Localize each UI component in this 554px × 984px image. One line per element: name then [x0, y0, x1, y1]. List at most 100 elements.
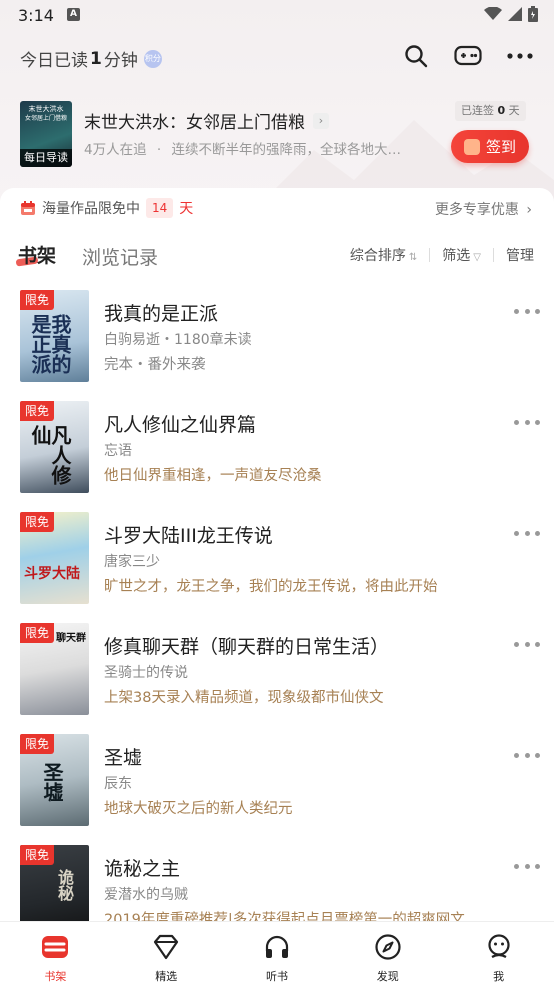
filter-label: 筛选 [442, 248, 471, 264]
nav-bookshelf-label: 书架 [44, 970, 67, 983]
bottom-navigation: 书架 精选 听书 发现 我 [0, 921, 554, 984]
book-author: 圣骑士的传说 [104, 665, 188, 681]
daily-book-title[interactable]: 末世大洪水：女邻居上门借粮 › [84, 108, 329, 133]
free-flag-badge: 限免 [20, 290, 54, 310]
reading-prefix: 今日已读 [20, 51, 88, 71]
tab-browse-history[interactable]: 浏览记录 [82, 243, 158, 270]
more-options-icon[interactable] [514, 748, 540, 762]
streak-suffix: 天 [508, 104, 520, 117]
book-cover[interactable]: 我真的是正派 限免 [20, 290, 89, 382]
gift-bag-icon [463, 138, 480, 155]
book-title: 诡秘之主 [104, 858, 181, 880]
chevron-right-icon: › [526, 202, 532, 218]
free-flag-badge: 限免 [20, 845, 54, 865]
daily-book-cover[interactable]: 末世大洪水 女邻居上门借粮 每日导读 [20, 101, 72, 167]
divider [429, 248, 431, 262]
more-offers-link[interactable]: 更多专享优惠 › [435, 199, 532, 219]
streak-days: 0 [497, 104, 506, 117]
header-actions [402, 42, 534, 70]
chevron-right-icon: › [313, 112, 329, 129]
book-cover[interactable]: 聊天群 限免 [20, 623, 89, 715]
bookshelf-icon [40, 932, 70, 961]
cover-title: 斗罗大陆 [24, 566, 80, 582]
book-item[interactable]: 聊天群 限免 修真聊天群（聊天群的日常生活） 圣骑士的传说 上架38天录入精品频… [20, 623, 540, 715]
free-flag-badge: 限免 [20, 623, 54, 643]
divider [493, 248, 494, 262]
manage-button[interactable]: 管理 [506, 245, 534, 265]
daily-guide-tag: 每日导读 [20, 149, 72, 167]
sort-arrows-icon: ⇅ [408, 252, 418, 263]
free-flag-badge: 限免 [20, 734, 54, 754]
daily-book-subline: 4万人在追 · 连续不断半年的强降雨，全球各地大… [84, 138, 434, 158]
battery-icon [528, 6, 538, 22]
calendar-icon [21, 201, 35, 215]
reading-time-today[interactable]: 今日已读 1 分钟 积分 [20, 46, 162, 71]
book-item[interactable]: 凡人修仙 限免 凡人修仙之仙界篇 忘语 他日仙界重相逢，一声道友尽沧桑 [20, 401, 540, 493]
nav-bookshelf[interactable]: 书架 [0, 922, 111, 984]
book-title: 凡人修仙之仙界篇 [104, 414, 257, 436]
headphones-icon [262, 932, 292, 961]
more-options-icon[interactable] [514, 526, 540, 540]
book-cover[interactable]: 斗罗大陆 限免 [20, 512, 89, 604]
status-bar: 3:14 A [0, 0, 554, 32]
book-description: 地球大破灭之后的新人类纪元 [104, 801, 293, 817]
more-options-icon[interactable] [506, 42, 534, 70]
shelf-tools: 综合排序 ⇅ 筛选 ▽ 管理 [350, 245, 534, 265]
promo-days: 14 [146, 198, 174, 218]
promo-text: 海量作品限免中 [42, 201, 140, 217]
nav-discover[interactable]: 发现 [332, 922, 443, 984]
nav-featured-label: 精选 [155, 970, 178, 983]
daily-cover-subtitle: 女邻居上门借粮 [24, 115, 67, 122]
daily-cover-title-text: 末世大洪水 [28, 105, 64, 113]
nav-discover-label: 发现 [376, 970, 399, 983]
book-title: 修真聊天群（聊天群的日常生活） [104, 636, 390, 658]
book-author: 忘语 [104, 443, 132, 459]
book-author: 爱潜水的乌贼 [104, 887, 188, 903]
book-item[interactable]: 斗罗大陆 限免 斗罗大陆III龙王传说 唐家三少 旷世之才，龙王之争，我们的龙王… [20, 512, 540, 604]
filter-button[interactable]: 筛选 ▽ [442, 245, 481, 265]
free-promo-banner[interactable]: 海量作品限免中 14 天 [20, 198, 193, 218]
more-options-icon[interactable] [514, 415, 540, 429]
nav-profile[interactable]: 我 [443, 922, 554, 984]
book-item[interactable]: 我真的是正派 限免 我真的是正派 白驹易逝・1180章未读 完本・番外来袭 [20, 290, 540, 382]
filter-funnel-icon: ▽ [473, 252, 481, 263]
tab-bookshelf[interactable]: 书架 [15, 241, 57, 268]
sort-button[interactable]: 综合排序 ⇅ [350, 245, 417, 265]
tab-bookshelf-label: 书架 [18, 245, 57, 267]
gamepad-icon[interactable] [454, 42, 482, 70]
checkin-streak-badge: 已连签 0 天 [455, 101, 526, 121]
book-description: 上架38天录入精品频道，现象级都市仙侠文 [104, 690, 384, 706]
book-cover[interactable]: 凡人修仙 限免 [20, 401, 89, 493]
nav-profile-label: 我 [493, 970, 505, 983]
book-author: 白驹易逝・1180章未读 [104, 332, 252, 348]
daily-separator: · [156, 142, 162, 158]
more-options-icon[interactable] [514, 859, 540, 873]
daily-cover-title: 末世大洪水 女邻居上门借粮 [24, 105, 68, 123]
profile-icon [484, 932, 514, 961]
more-offers-label: 更多专享优惠 [434, 202, 519, 218]
checkin-button[interactable]: 签到 [451, 130, 529, 163]
nav-audiobooks[interactable]: 听书 [222, 922, 333, 984]
book-title: 斗罗大陆III龙王传说 [104, 525, 273, 547]
sort-label: 综合排序 [349, 248, 406, 264]
nav-featured[interactable]: 精选 [111, 922, 222, 984]
diamond-icon [151, 932, 181, 961]
notification-a-icon: A [67, 8, 80, 21]
wifi-icon [484, 7, 502, 20]
book-title: 我真的是正派 [104, 303, 219, 325]
daily-summary: 连续不断半年的强降雨，全球各地大… [171, 142, 401, 158]
promo-unit: 天 [179, 201, 194, 217]
daily-title-text: 末世大洪水：女邻居上门借粮 [84, 113, 305, 133]
more-options-icon[interactable] [514, 637, 540, 651]
reading-minutes: 1 [90, 48, 102, 69]
search-icon[interactable] [402, 42, 430, 70]
more-options-icon[interactable] [514, 304, 540, 318]
book-item[interactable]: 圣墟 限免 圣墟 辰东 地球大破灭之后的新人类纪元 [20, 734, 540, 826]
status-indicators [484, 6, 538, 22]
cover-title: 凡人修仙 [28, 425, 72, 485]
nav-audiobooks-label: 听书 [265, 970, 288, 983]
book-author: 唐家三少 [104, 554, 160, 570]
book-description: 他日仙界重相逢，一声道友尽沧桑 [104, 468, 322, 484]
book-cover[interactable]: 圣墟 限免 [20, 734, 89, 826]
daily-readers: 4万人在追 [84, 142, 147, 158]
